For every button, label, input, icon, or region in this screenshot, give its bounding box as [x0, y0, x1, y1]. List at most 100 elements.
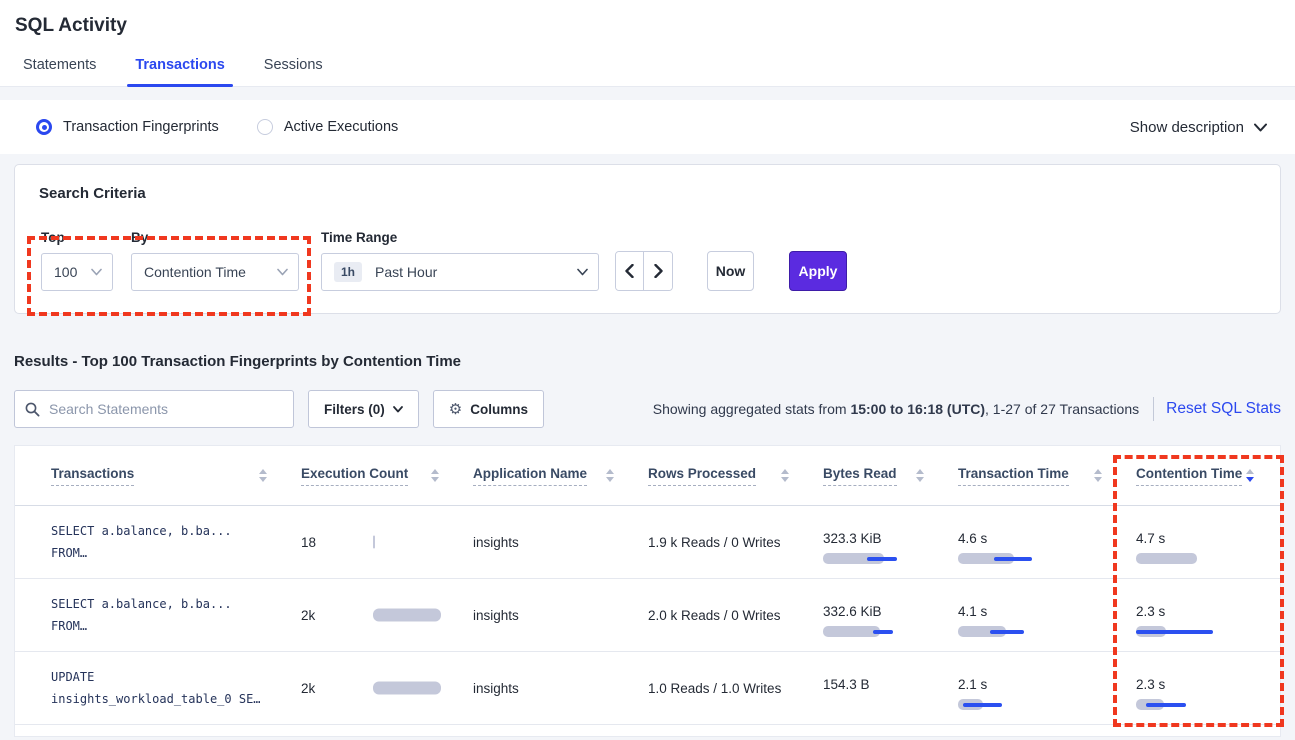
- execution-count-value: 2k: [301, 608, 315, 623]
- transaction-fingerprint-link[interactable]: UPDATE insights_workload_table_0 SE…: [37, 666, 287, 710]
- radio-transaction-fingerprints[interactable]: Transaction Fingerprints: [36, 119, 219, 135]
- application-name-value: insights: [473, 608, 519, 623]
- sort-icon[interactable]: [916, 469, 924, 482]
- column-header-bytes-read[interactable]: Bytes Read: [809, 466, 944, 486]
- execution-count-cell: 2k: [287, 652, 459, 724]
- tab-statements[interactable]: Statements: [15, 51, 104, 86]
- application-name-value: insights: [473, 681, 519, 696]
- gear-icon: [449, 400, 462, 418]
- time-range-select[interactable]: 1h Past Hour: [321, 253, 599, 291]
- radio-unselected-icon[interactable]: [257, 119, 273, 135]
- contention-time-value: 2.3 s: [1136, 604, 1274, 619]
- columns-button-label: Columns: [470, 402, 528, 417]
- sort-icon[interactable]: [606, 469, 614, 482]
- transaction-time-cell: 2.1 s: [944, 677, 1122, 699]
- page-title: SQL Activity: [0, 0, 1295, 51]
- filters-button-label: Filters (0): [324, 402, 385, 417]
- column-header-transactions[interactable]: Transactions: [37, 466, 287, 486]
- bytes-read-cell: 154.3 B: [809, 677, 944, 699]
- time-range-value: Past Hour: [375, 264, 437, 280]
- transaction-time-value: 4.1 s: [958, 604, 1122, 619]
- sql-text-line2: insights_workload_table_0 SE…: [51, 688, 287, 710]
- sort-icon[interactable]: [431, 469, 439, 482]
- tab-sessions[interactable]: Sessions: [256, 51, 331, 86]
- view-toggle-bar: Transaction Fingerprints Active Executio…: [0, 100, 1295, 154]
- rows-processed-cell: 1.0 Reads / 1.0 Writes: [634, 681, 809, 696]
- table-row[interactable]: UPDATE insights_workload_table_0 SE… 2k …: [15, 652, 1280, 725]
- transaction-fingerprint-link[interactable]: SELECT a.balance, b.ba... FROM…: [37, 593, 287, 637]
- column-header-contention-time[interactable]: Contention Time: [1122, 466, 1274, 486]
- bytes-read-value: 323.3 KiB: [823, 531, 944, 546]
- by-select[interactable]: Contention Time: [131, 253, 299, 291]
- table-header-row: Transactions Execution CountApplication N…: [15, 446, 1280, 506]
- sort-icon[interactable]: [1246, 469, 1254, 482]
- radio-label: Transaction Fingerprints: [63, 119, 219, 135]
- sort-icon[interactable]: [259, 469, 267, 482]
- rows-processed-value: 1.0 Reads / 1.0 Writes: [648, 681, 781, 696]
- now-button[interactable]: Now: [707, 251, 754, 291]
- execution-count-bar: [373, 609, 441, 622]
- table-row[interactable]: SELECT a.balance, b.ba... FROM… 18 insig…: [15, 506, 1280, 579]
- column-header-label: Rows Processed: [648, 466, 756, 486]
- results-heading: Results - Top 100 Transaction Fingerprin…: [14, 353, 1281, 370]
- previous-time-range-button[interactable]: [616, 252, 644, 290]
- rows-processed-cell: 2.0 k Reads / 0 Writes: [634, 608, 809, 623]
- by-label: By: [131, 230, 299, 245]
- contention-time-cell: 2.3 s: [1122, 677, 1274, 699]
- column-header-application-name[interactable]: Application Name: [459, 466, 634, 486]
- search-criteria-card: Search Criteria Top 100 By Contenti: [14, 164, 1281, 314]
- sort-icon[interactable]: [781, 469, 789, 482]
- time-range-label: Time Range: [321, 230, 599, 245]
- time-range-stepper: [615, 251, 673, 291]
- sort-icon[interactable]: [1094, 469, 1102, 482]
- chevron-down-icon: [277, 268, 288, 276]
- radio-label: Active Executions: [284, 119, 398, 135]
- column-header-rows-processed[interactable]: Rows Processed: [634, 466, 809, 486]
- columns-button[interactable]: Columns: [433, 390, 544, 428]
- top-label: Top: [41, 230, 113, 245]
- chevron-down-icon: [1254, 123, 1267, 132]
- application-name-value: insights: [473, 535, 519, 550]
- top-header: SQL Activity Statements Transactions Ses…: [0, 0, 1295, 87]
- top-select[interactable]: 100: [41, 253, 113, 291]
- column-header-transaction-time[interactable]: Transaction Time: [944, 466, 1122, 486]
- transaction-time-cell: 4.1 s: [944, 604, 1122, 626]
- sql-text-line2: FROM…: [51, 542, 287, 564]
- column-header-label: Contention Time: [1136, 466, 1242, 486]
- execution-count-value: 18: [301, 535, 316, 550]
- radio-selected-icon[interactable]: [36, 119, 52, 135]
- chevron-down-icon: [577, 268, 588, 276]
- search-criteria-heading: Search Criteria: [39, 185, 1256, 202]
- radio-active-executions[interactable]: Active Executions: [257, 119, 398, 135]
- sql-activity-page: SQL Activity Statements Transactions Ses…: [0, 0, 1295, 740]
- column-header-label: Bytes Read: [823, 466, 897, 486]
- search-statements-field[interactable]: [14, 390, 294, 428]
- bytes-read-cell: 332.6 KiB: [809, 604, 944, 626]
- reset-sql-stats-link[interactable]: Reset SQL Stats: [1166, 400, 1281, 418]
- execution-count-cell: 18: [287, 506, 459, 578]
- table-row[interactable]: SELECT a.balance, b.ba... FROM… 2k insig…: [15, 579, 1280, 652]
- apply-button[interactable]: Apply: [789, 251, 847, 291]
- search-icon: [25, 402, 40, 417]
- transaction-time-value: 2.1 s: [958, 677, 1122, 692]
- transactions-table: Transactions Execution CountApplication N…: [14, 445, 1281, 737]
- column-header-label: Transaction Time: [958, 466, 1069, 486]
- results-controls: Filters (0) Columns Showing aggregated s…: [14, 390, 1281, 428]
- application-name-cell: insights: [459, 608, 634, 623]
- search-statements-input[interactable]: [49, 401, 283, 417]
- filters-button[interactable]: Filters (0): [308, 390, 419, 428]
- execution-count-cell: 2k: [287, 579, 459, 651]
- bytes-read-cell: 323.3 KiB: [809, 531, 944, 553]
- show-description-toggle[interactable]: Show description: [1130, 119, 1267, 136]
- next-time-range-button[interactable]: [644, 252, 672, 290]
- execution-count-value: 2k: [301, 681, 315, 696]
- transaction-fingerprint-link[interactable]: SELECT a.balance, b.ba... FROM…: [37, 520, 287, 564]
- contention-time-value: 2.3 s: [1136, 677, 1274, 692]
- column-header-execution-count[interactable]: Execution Count: [287, 466, 459, 486]
- sql-text-line1: SELECT a.balance, b.ba...: [51, 520, 287, 542]
- application-name-cell: insights: [459, 681, 634, 696]
- tab-transactions[interactable]: Transactions: [127, 51, 232, 86]
- top-select-value: 100: [54, 264, 77, 280]
- contention-time-cell: 4.7 s: [1122, 531, 1274, 553]
- column-header-label: Transactions: [51, 466, 134, 486]
